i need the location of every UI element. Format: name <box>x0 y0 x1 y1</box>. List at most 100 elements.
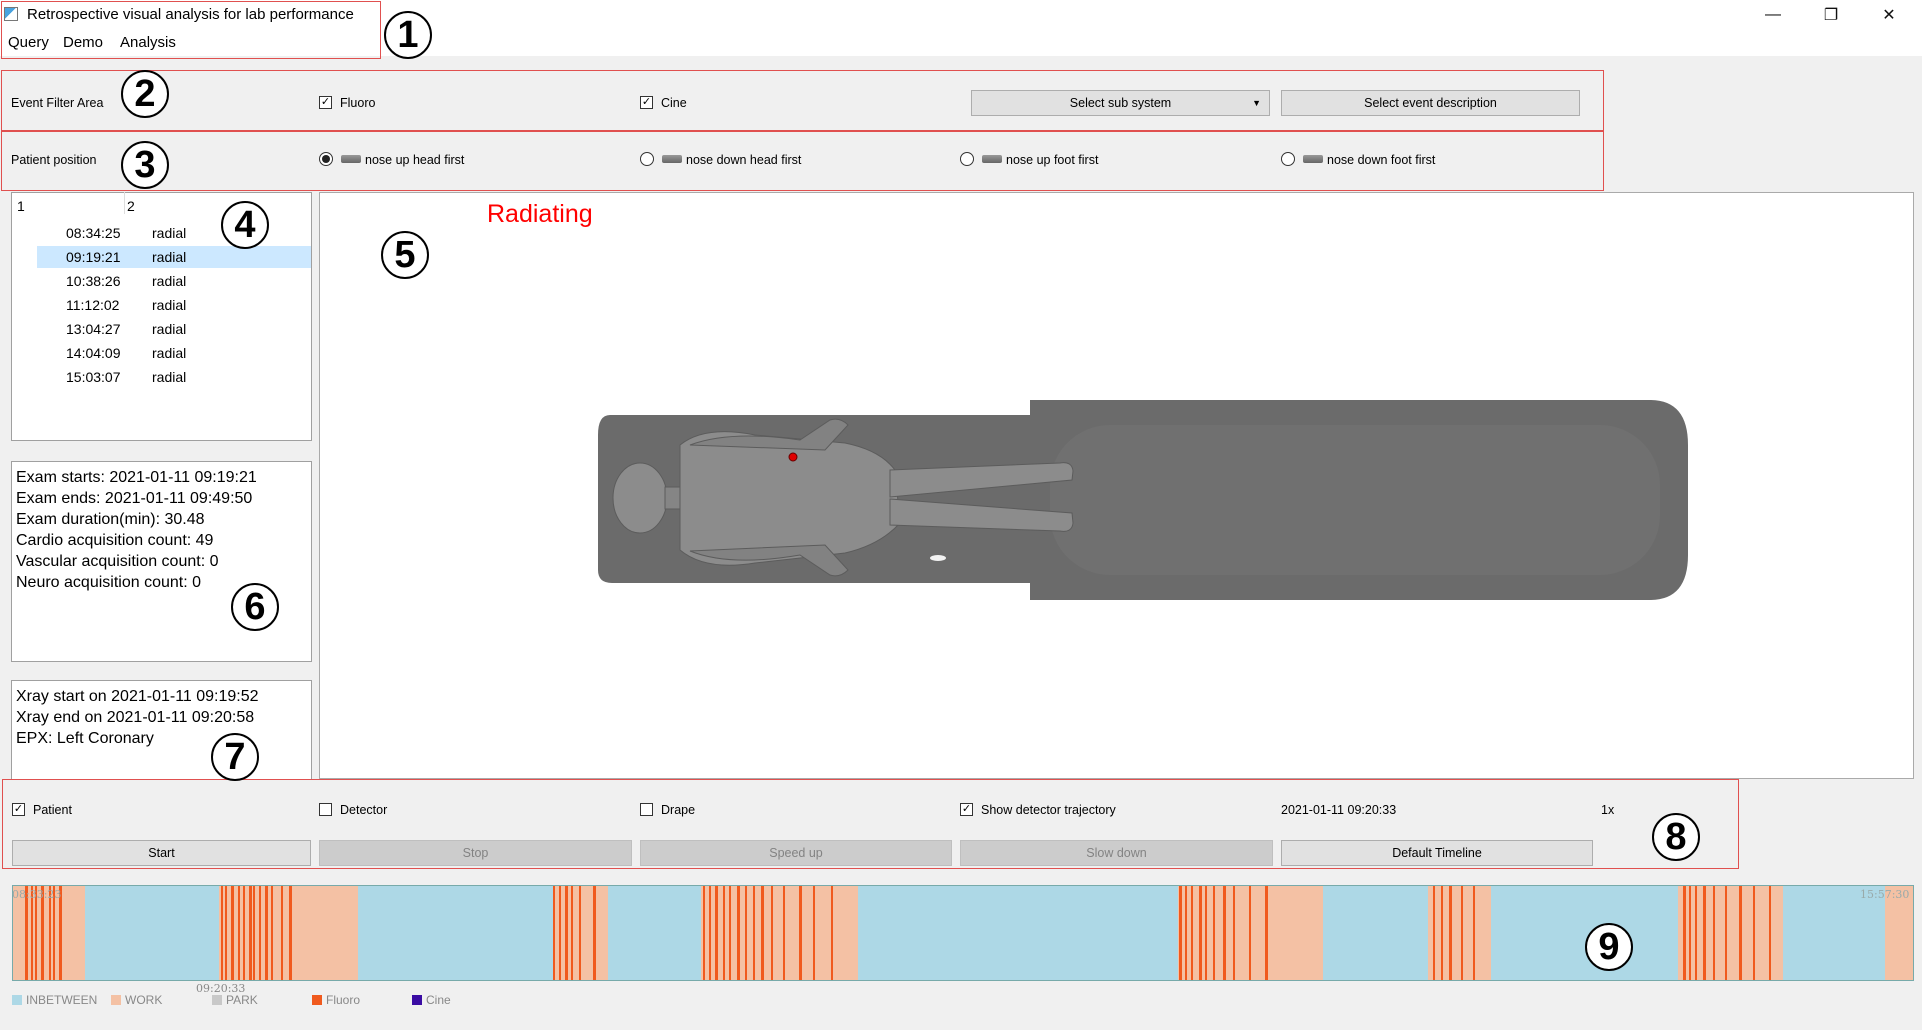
fluoro-event <box>559 886 561 980</box>
exam-time: 14:04:09 <box>66 345 121 361</box>
callout-8: 8 <box>1652 813 1700 861</box>
drape-checkbox[interactable] <box>640 803 653 816</box>
fluoro-event <box>238 886 240 980</box>
detector-label: Detector <box>340 803 388 817</box>
select-subsystem-dropdown[interactable]: Select sub system ▼ <box>971 90 1270 116</box>
fluoro-event <box>281 886 283 980</box>
cine-checkbox[interactable]: ✓ <box>640 96 653 109</box>
exam-list-header-2[interactable]: 2 <box>127 198 135 214</box>
event-filter-label: Event Filter Area <box>11 96 104 110</box>
exam-list-row[interactable]: 14:04:09 radial <box>37 342 311 364</box>
callout-2: 2 <box>121 70 169 118</box>
fluoro-event <box>259 886 261 980</box>
legend-label: Fluoro <box>326 993 361 1007</box>
stop-button[interactable]: Stop <box>319 840 632 866</box>
radio-nose-up-foot-first[interactable] <box>960 152 974 166</box>
exam-list-row[interactable]: 09:19:21 radial <box>37 246 311 268</box>
exam-info-lines: Exam starts: 2021-01-11 09:19:21 Exam end… <box>16 467 306 593</box>
highlight-spot <box>930 555 946 561</box>
default-timeline-button[interactable]: Default Timeline <box>1281 840 1593 866</box>
exam-type: radial <box>152 297 187 313</box>
fluoro-label: Fluoro <box>340 96 376 110</box>
radio-nose-down-head-first[interactable] <box>640 152 654 166</box>
fluoro-checkbox[interactable]: ✓ <box>319 96 332 109</box>
legend-swatch <box>12 995 22 1005</box>
fluoro-event <box>253 886 255 980</box>
fluoro-event <box>1461 886 1463 980</box>
exam-list-header-1[interactable]: 1 <box>17 198 25 214</box>
callout-6: 6 <box>231 583 279 631</box>
fluoro-event <box>221 886 223 980</box>
exam-type: radial <box>152 345 187 361</box>
fluoro-event <box>1753 886 1755 980</box>
fluoro-event <box>1179 886 1182 980</box>
exam-time: 13:04:27 <box>66 321 121 337</box>
fluoro-event <box>579 886 581 980</box>
fluoro-event <box>1191 886 1193 980</box>
xray-info-line: EPX: Left Coronary <box>16 730 154 747</box>
slow-down-button[interactable]: Slow down <box>960 840 1273 866</box>
close-button[interactable]: ✕ <box>1866 0 1912 30</box>
fluoro-event <box>243 886 245 980</box>
fluoro-event <box>1249 886 1251 980</box>
start-button[interactable]: Start <box>12 840 311 866</box>
fluoro-event <box>1449 886 1452 980</box>
patient-checkbox[interactable]: ✓ <box>12 803 25 816</box>
exam-type: radial <box>152 225 187 241</box>
fluoro-event <box>715 886 718 980</box>
work-segment <box>1428 886 1491 980</box>
callout-3: 3 <box>121 141 169 189</box>
callout-1: 1 <box>384 11 432 59</box>
fluoro-event <box>553 886 555 980</box>
radio-nose-down-foot-first[interactable] <box>1281 152 1295 166</box>
select-subsystem-label: Select sub system <box>1069 96 1172 110</box>
exam-list-row[interactable]: 10:38:26 radial <box>37 270 311 292</box>
exam-time: 15:03:07 <box>66 369 121 385</box>
fluoro-event <box>1433 886 1435 980</box>
exam-list-row[interactable]: 08:34:25 radial <box>37 222 311 244</box>
legend-swatch <box>111 995 121 1005</box>
fluoro-event <box>1683 886 1686 980</box>
callout-5: 5 <box>381 231 429 279</box>
fluoro-event <box>249 886 252 980</box>
exam-list-row[interactable]: 13:04:27 radial <box>37 318 311 340</box>
fluoro-event <box>1441 886 1443 980</box>
maximize-button[interactable]: ❐ <box>1808 0 1854 30</box>
fluoro-event <box>745 886 747 980</box>
exam-list-row[interactable]: 15:03:07 radial <box>37 366 311 388</box>
minimize-button[interactable]: — <box>1750 0 1796 30</box>
fluoro-event <box>1739 886 1742 980</box>
fluoro-event <box>593 886 596 980</box>
fluoro-event <box>1199 886 1202 980</box>
fluoro-event <box>813 886 815 980</box>
bed-icon <box>982 155 1002 163</box>
xray-info-line: Xray start on 2021-01-11 09:19:52 <box>16 688 259 705</box>
select-event-description-button[interactable]: Select event description <box>1281 90 1580 116</box>
legend-label: PARK <box>226 993 258 1007</box>
radio-nose-up-head-first[interactable] <box>319 152 333 166</box>
exam-time: 08:34:25 <box>66 225 121 241</box>
fluoro-event <box>289 886 292 980</box>
label-nose-down-foot-first: nose down foot first <box>1327 153 1436 167</box>
legend-swatch <box>212 995 222 1005</box>
detector-checkbox[interactable] <box>319 803 332 816</box>
chevron-down-icon: ▼ <box>1252 98 1261 108</box>
callout-box-1 <box>1 1 381 59</box>
show-trajectory-checkbox[interactable]: ✓ <box>960 803 973 816</box>
bed-icon <box>341 155 361 163</box>
fluoro-event <box>1473 886 1475 980</box>
fluoro-event <box>1725 886 1727 980</box>
fluoro-event <box>723 886 725 980</box>
legend-label: INBETWEEN <box>26 993 98 1007</box>
header-divider <box>124 192 125 214</box>
speed-up-button[interactable]: Speed up <box>640 840 952 866</box>
fluoro-event <box>761 886 764 980</box>
fluoro-event <box>771 886 773 980</box>
fluoro-event <box>225 886 227 980</box>
exam-list-row[interactable]: 11:12:02 radial <box>37 294 311 316</box>
exam-info-line: Exam duration(min): 30.48 <box>16 511 205 528</box>
exam-type: radial <box>152 369 187 385</box>
fluoro-event <box>753 886 755 980</box>
work-segment <box>1678 886 1783 980</box>
bed-icon <box>662 155 682 163</box>
